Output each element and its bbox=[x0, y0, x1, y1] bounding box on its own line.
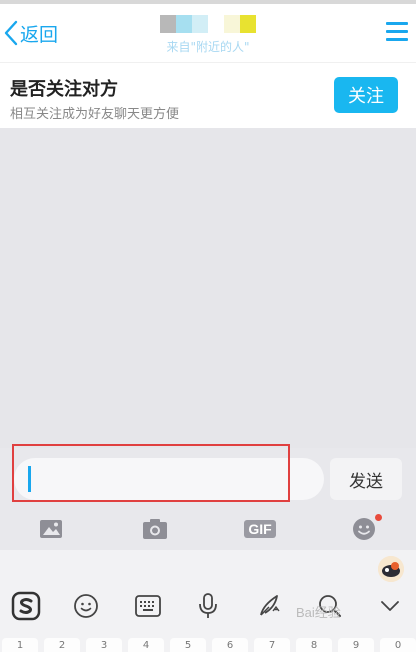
number-key-2[interactable]: 2 bbox=[44, 638, 80, 652]
number-key-8[interactable]: 8 bbox=[296, 638, 332, 652]
chat-message-area[interactable] bbox=[0, 128, 416, 448]
keyboard-icon[interactable] bbox=[128, 586, 168, 626]
number-key-row: 1234567890 bbox=[0, 638, 416, 652]
input-method-panel: Bai经验 1234567890 bbox=[0, 550, 416, 652]
follow-description: 相互关注成为好友聊天更方便 bbox=[10, 107, 180, 122]
ime-toolbar: Bai经验 bbox=[0, 586, 416, 626]
pixel-block bbox=[224, 15, 240, 33]
send-button[interactable]: 发送 bbox=[330, 458, 402, 500]
image-icon[interactable] bbox=[38, 516, 64, 542]
attachment-toolbar: GIF bbox=[0, 510, 416, 550]
emoji-icon[interactable] bbox=[66, 586, 106, 626]
emoji-icon[interactable] bbox=[351, 514, 382, 542]
chat-source-subtitle: 来自"附近的人" bbox=[166, 40, 250, 54]
number-key-6[interactable]: 6 bbox=[212, 638, 248, 652]
number-key-7[interactable]: 7 bbox=[254, 638, 290, 652]
composer-row: 发送 bbox=[0, 444, 416, 510]
pixel-block bbox=[160, 15, 176, 33]
notification-dot bbox=[375, 514, 382, 521]
pixel-block bbox=[192, 15, 208, 33]
camera-icon[interactable] bbox=[141, 516, 169, 542]
ime-top-strip bbox=[0, 550, 416, 582]
sogou-logo-icon[interactable] bbox=[6, 586, 46, 626]
highlight-annotation bbox=[12, 444, 290, 502]
follow-prompt: 是否关注对方 相互关注成为好友聊天更方便 关注 bbox=[0, 62, 416, 128]
pixel-block bbox=[176, 15, 192, 33]
number-key-4[interactable]: 4 bbox=[128, 638, 164, 652]
menu-icon[interactable] bbox=[386, 22, 408, 44]
number-key-3[interactable]: 3 bbox=[86, 638, 122, 652]
contact-name-pixelated bbox=[160, 15, 256, 33]
pixel-block bbox=[240, 15, 256, 33]
number-key-1[interactable]: 1 bbox=[2, 638, 38, 652]
number-key-9[interactable]: 9 bbox=[338, 638, 374, 652]
gif-label: GIF bbox=[244, 520, 276, 538]
number-key-5[interactable]: 5 bbox=[170, 638, 206, 652]
handwriting-icon[interactable] bbox=[250, 586, 290, 626]
microphone-icon[interactable] bbox=[188, 586, 228, 626]
nav-bar: 返回 来自"附近的人" bbox=[0, 4, 416, 62]
number-key-0[interactable]: 0 bbox=[380, 638, 416, 652]
gif-icon[interactable]: GIF bbox=[244, 516, 276, 542]
pixel-block bbox=[208, 15, 224, 33]
follow-title: 是否关注对方 bbox=[10, 79, 118, 100]
ime-skin-avatar[interactable] bbox=[378, 556, 404, 582]
follow-button[interactable]: 关注 bbox=[334, 77, 398, 113]
watermark-text: Bai经验 bbox=[296, 605, 341, 620]
chevron-down-icon[interactable] bbox=[370, 586, 410, 626]
